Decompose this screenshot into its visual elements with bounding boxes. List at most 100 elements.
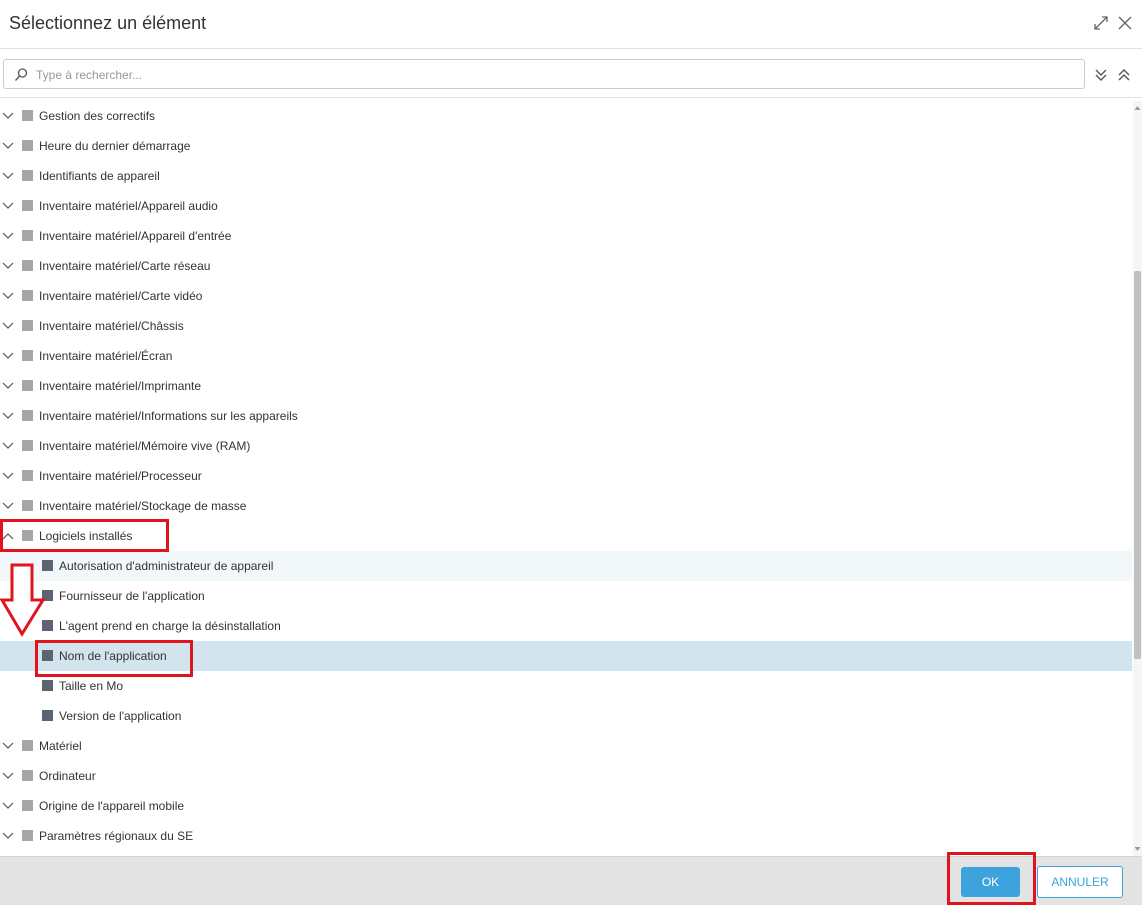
tree-list: Gestion des correctifs Heure du dernier d…	[0, 101, 1132, 856]
chevron-down-icon[interactable]	[1, 170, 15, 182]
node-square-icon	[22, 830, 33, 841]
tree-item-label: Fournisseur de l'application	[59, 589, 205, 603]
select-item-dialog: Sélectionnez un élément Type à recherche…	[0, 0, 1142, 905]
tree-item-fournisseur-de-l-application[interactable]: Fournisseur de l'application	[0, 581, 1132, 611]
tree-item-label: Inventaire matériel/Processeur	[39, 469, 202, 483]
chevron-down-icon[interactable]	[1, 290, 15, 302]
tree-item-inventaire-materiel-carte-reseau[interactable]: Inventaire matériel/Carte réseau	[0, 251, 1132, 281]
ok-button[interactable]: OK	[961, 867, 1020, 897]
tree-item-label: Autorisation d'administrateur de apparei…	[59, 559, 274, 573]
chevron-up-icon[interactable]	[1, 530, 15, 542]
node-square-icon	[22, 470, 33, 481]
node-square-icon	[42, 710, 53, 721]
chevron-down-icon[interactable]	[1, 770, 15, 782]
chevron-down-icon[interactable]	[1, 470, 15, 482]
tree-item-label: Inventaire matériel/Stockage de masse	[39, 499, 247, 513]
chevron-down-icon[interactable]	[1, 200, 15, 212]
tree-item-logiciels-installes[interactable]: Logiciels installés	[0, 521, 1132, 551]
node-square-icon	[22, 140, 33, 151]
node-square-icon	[22, 740, 33, 751]
tree-item-label: Heure du dernier démarrage	[39, 139, 191, 153]
scroll-down-arrow-icon[interactable]	[1134, 845, 1141, 853]
tree-item-ordinateur[interactable]: Ordinateur	[0, 761, 1132, 791]
node-square-icon	[42, 620, 53, 631]
search-box[interactable]	[3, 59, 1085, 89]
node-square-icon	[22, 380, 33, 391]
tree-item-inventaire-materiel-chassis[interactable]: Inventaire matériel/Châssis	[0, 311, 1132, 341]
tree-item-label: Origine de l'appareil mobile	[39, 799, 185, 813]
node-square-icon	[22, 290, 33, 301]
chevron-down-icon[interactable]	[1, 740, 15, 752]
tree-item-origine-de-l-appareil-mobile[interactable]: Origine de l'appareil mobile	[0, 791, 1132, 821]
tree-item-label: Inventaire matériel/Mémoire vive (RAM)	[39, 439, 251, 453]
dialog-footer: OK ANNULER	[0, 856, 1142, 905]
tree-item-label: Ordinateur	[39, 769, 96, 783]
tree-item-label: Inventaire matériel/Appareil audio	[39, 199, 218, 213]
tree-item-label: Gestion des correctifs	[39, 109, 156, 123]
tree-item-autorisation-d-administrateur-de-appareil[interactable]: Autorisation d'administrateur de apparei…	[0, 551, 1132, 581]
tree-item-heure-du-dernier-demarrage[interactable]: Heure du dernier démarrage	[0, 131, 1132, 161]
node-square-icon	[22, 440, 33, 451]
node-square-icon	[22, 260, 33, 271]
close-icon[interactable]	[1116, 14, 1134, 32]
node-square-icon	[22, 770, 33, 781]
tree-item-inventaire-materiel-memoire-vive-ram[interactable]: Inventaire matériel/Mémoire vive (RAM)	[0, 431, 1132, 461]
chevron-down-icon[interactable]	[1, 830, 15, 842]
tree-item-label: Identifiants de appareil	[39, 169, 160, 183]
node-square-icon	[22, 170, 33, 181]
scrollbar-thumb[interactable]	[1134, 271, 1141, 659]
search-input[interactable]	[36, 65, 1076, 85]
tree-item-parametres-regionaux-du-se[interactable]: Paramètres régionaux du SE	[0, 821, 1132, 851]
cancel-button[interactable]: ANNULER	[1037, 866, 1123, 898]
tree-item-inventaire-materiel-informations-sur-les-appareils[interactable]: Inventaire matériel/Informations sur les…	[0, 401, 1132, 431]
chevron-down-icon[interactable]	[1, 800, 15, 812]
tree-item-materiel[interactable]: Matériel	[0, 731, 1132, 761]
tree-item-inventaire-materiel-carte-video[interactable]: Inventaire matériel/Carte vidéo	[0, 281, 1132, 311]
tree-item-label: Taille en Mo	[59, 679, 124, 693]
tree-item-label: Inventaire matériel/Écran	[39, 349, 173, 363]
node-square-icon	[22, 350, 33, 361]
tree-item-gestion-des-correctifs[interactable]: Gestion des correctifs	[0, 101, 1132, 131]
chevron-down-icon[interactable]	[1, 260, 15, 272]
tree-item-inventaire-materiel-appareil-d-entree[interactable]: Inventaire matériel/Appareil d'entrée	[0, 221, 1132, 251]
node-square-icon	[22, 410, 33, 421]
node-square-icon	[22, 320, 33, 331]
chevron-down-icon[interactable]	[1, 320, 15, 332]
expand-icon[interactable]	[1092, 14, 1110, 32]
chevron-down-icon[interactable]	[1, 350, 15, 362]
tree-item-identifiants-de-appareil[interactable]: Identifiants de appareil	[0, 161, 1132, 191]
node-square-icon	[22, 230, 33, 241]
tree-item-inventaire-materiel-ecran[interactable]: Inventaire matériel/Écran	[0, 341, 1132, 371]
tree-item-version-de-l-application[interactable]: Version de l'application	[0, 701, 1132, 731]
node-square-icon	[22, 110, 33, 121]
node-square-icon	[42, 680, 53, 691]
dialog-header: Sélectionnez un élément	[0, 0, 1142, 49]
chevron-down-icon[interactable]	[1, 230, 15, 242]
tree-item-label: L'agent prend en charge la désinstallati…	[59, 619, 281, 633]
node-square-icon	[42, 650, 53, 661]
tree-item-inventaire-materiel-processeur[interactable]: Inventaire matériel/Processeur	[0, 461, 1132, 491]
tree-item-label: Inventaire matériel/Carte réseau	[39, 259, 211, 273]
chevron-down-icon[interactable]	[1, 440, 15, 452]
chevron-down-icon[interactable]	[1, 410, 15, 422]
tree-item-inventaire-materiel-stockage-de-masse[interactable]: Inventaire matériel/Stockage de masse	[0, 491, 1132, 521]
chevron-down-icon[interactable]	[1, 110, 15, 122]
search-icon	[13, 67, 29, 83]
tree-item-inventaire-materiel-appareil-audio[interactable]: Inventaire matériel/Appareil audio	[0, 191, 1132, 221]
tree-item-label: Logiciels installés	[39, 529, 133, 543]
tree-item-label: Inventaire matériel/Châssis	[39, 319, 184, 333]
tree-item-l-agent-prend-en-charge-la-desinstallation[interactable]: L'agent prend en charge la désinstallati…	[0, 611, 1132, 641]
tree-item-taille-en-mo[interactable]: Taille en Mo	[0, 671, 1132, 701]
tree-item-label: Inventaire matériel/Carte vidéo	[39, 289, 203, 303]
scroll-up-arrow-icon[interactable]	[1134, 104, 1141, 112]
chevron-down-icon[interactable]	[1, 140, 15, 152]
double-chevron-down-icon[interactable]	[1093, 67, 1109, 83]
tree-item-label: Paramètres régionaux du SE	[39, 829, 194, 843]
double-chevron-up-icon[interactable]	[1116, 67, 1132, 83]
chevron-down-icon[interactable]	[1, 500, 15, 512]
node-square-icon	[22, 500, 33, 511]
tree-item-inventaire-materiel-imprimante[interactable]: Inventaire matériel/Imprimante	[0, 371, 1132, 401]
node-square-icon	[22, 530, 33, 541]
tree-item-nom-de-l-application[interactable]: Nom de l'application	[0, 641, 1132, 671]
chevron-down-icon[interactable]	[1, 380, 15, 392]
